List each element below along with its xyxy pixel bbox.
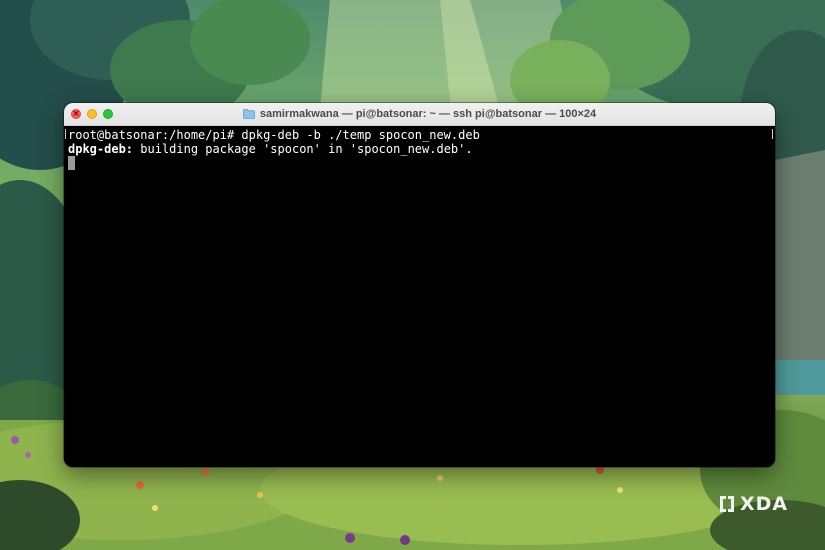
scroll-marker[interactable] — [772, 129, 773, 139]
left-edge-marker — [65, 129, 66, 139]
watermark: XDA — [718, 492, 798, 516]
terminal-output[interactable]: root@batsonar:/home/pi# dpkg-deb -b ./te… — [64, 126, 775, 467]
output-message: building package 'spocon' in 'spocon_new… — [133, 142, 473, 156]
xda-logo-icon — [720, 496, 734, 512]
terminal-line-prompt — [68, 156, 771, 170]
output-prefix: dpkg-deb: — [68, 142, 134, 156]
text-cursor — [68, 156, 75, 170]
terminal-line-output: dpkg-deb: building package 'spocon' in '… — [68, 142, 771, 156]
title-bar[interactable]: × samirmakwana — pi@batsonar: ~ — ssh pi… — [64, 103, 775, 126]
watermark-text: XDA — [740, 493, 789, 515]
terminal-line-command: root@batsonar:/home/pi# dpkg-deb -b ./te… — [68, 128, 480, 142]
folder-icon — [242, 109, 255, 119]
terminal-window[interactable]: × samirmakwana — pi@batsonar: ~ — ssh pi… — [64, 103, 775, 467]
window-title-group: samirmakwana — pi@batsonar: ~ — ssh pi@b… — [64, 103, 775, 125]
window-title: samirmakwana — pi@batsonar: ~ — ssh pi@b… — [259, 108, 597, 120]
